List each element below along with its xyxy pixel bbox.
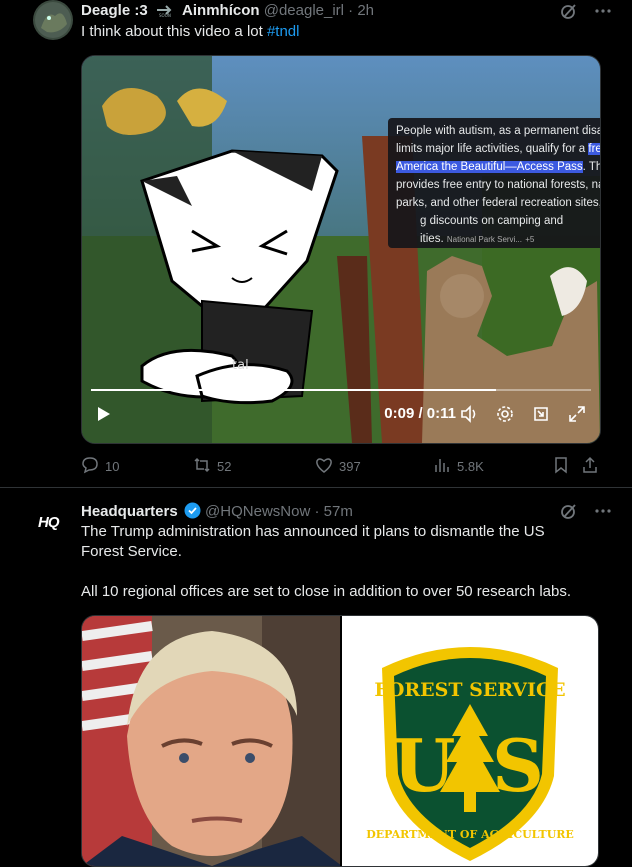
grok-icon[interactable] bbox=[560, 502, 578, 520]
caption-line-2: limits major life activities, qualify fo… bbox=[396, 140, 600, 158]
like-count: 397 bbox=[339, 459, 361, 474]
tweet-deagle[interactable]: Deagle :3 SOON Ainmhícon @deagle_irl · 2… bbox=[0, 0, 632, 488]
tweet-header: Headquarters @HQNewsNow · 57m bbox=[81, 502, 353, 520]
tweet-top-actions bbox=[560, 502, 612, 520]
caption-line-6: g discounts on camping and bbox=[420, 215, 564, 227]
grok-icon[interactable] bbox=[560, 2, 578, 20]
video-player[interactable]: tal People with autism, as a permanent d… bbox=[81, 55, 601, 444]
repost-count: 52 bbox=[217, 459, 232, 474]
tweet-line-2: Forest Service. bbox=[81, 543, 182, 560]
fullscreen-icon[interactable] bbox=[568, 405, 586, 423]
bookmark-button[interactable] bbox=[552, 456, 570, 477]
author-name[interactable]: Headquarters bbox=[81, 503, 178, 520]
progress-fill bbox=[91, 389, 496, 391]
tweet-text: I think about this video a lot #tndl bbox=[81, 22, 299, 42]
logo-top-text: FOREST SERVICE bbox=[374, 679, 565, 701]
bookmark-icon bbox=[552, 456, 570, 477]
tweet-text: The Trump administration has announced i… bbox=[81, 522, 571, 602]
timestamp[interactable]: 57m bbox=[324, 503, 353, 520]
pip-icon[interactable] bbox=[532, 405, 550, 423]
author-name-suffix[interactable]: Ainmhícon bbox=[182, 2, 260, 19]
author-handle[interactable]: @HQNewsNow bbox=[205, 503, 310, 520]
views-icon bbox=[433, 456, 451, 477]
like-button[interactable]: 397 bbox=[315, 456, 361, 477]
logo-bottom-text: DEPARTMENT OF AGRICULTURE bbox=[366, 828, 574, 841]
search-caption: People with autism, as a permanent disab… bbox=[388, 118, 601, 248]
views-button[interactable]: 5.8K bbox=[433, 456, 484, 477]
video-timecode: 0:09 / 0:11 bbox=[384, 405, 456, 422]
reply-count: 10 bbox=[105, 459, 120, 474]
share-button[interactable] bbox=[581, 456, 599, 477]
more-icon[interactable] bbox=[594, 502, 612, 520]
more-icon[interactable] bbox=[594, 2, 612, 20]
tweet-actions: 10 52 397 5.8K bbox=[81, 456, 601, 476]
views-count: 5.8K bbox=[457, 459, 484, 474]
avatar[interactable] bbox=[33, 0, 73, 40]
play-icon[interactable] bbox=[94, 405, 112, 423]
repost-button[interactable]: 52 bbox=[193, 456, 231, 477]
logo-letter-u: U bbox=[393, 723, 456, 808]
image-gallery[interactable]: FOREST SERVICE U S DEPARTMENT OF AGRICUL… bbox=[81, 615, 599, 867]
logo-letter-s: S bbox=[492, 723, 544, 808]
emoji-icon: SOON bbox=[155, 3, 175, 18]
hashtag-link[interactable]: #tndl bbox=[267, 23, 300, 40]
separator: · bbox=[314, 503, 320, 520]
share-icon bbox=[581, 456, 599, 477]
caption-line-3: America the Beautiful—Access Pass. This … bbox=[396, 161, 601, 173]
settings-icon[interactable] bbox=[496, 405, 514, 423]
forest-service-logo[interactable]: FOREST SERVICE U S DEPARTMENT OF AGRICUL… bbox=[340, 616, 598, 866]
like-icon bbox=[315, 456, 333, 477]
tweet-header: Deagle :3 SOON Ainmhícon @deagle_irl · 2… bbox=[81, 2, 374, 20]
caption-line-1: People with autism, as a permanent disab… bbox=[396, 125, 600, 137]
caption-line-7: ities. National Park Servi... +5 bbox=[420, 233, 535, 245]
portrait-image[interactable] bbox=[82, 616, 340, 866]
shirt-text: tal bbox=[232, 358, 249, 373]
tweet-line-1: The Trump administration has announced i… bbox=[81, 523, 545, 540]
timestamp[interactable]: 2h bbox=[357, 2, 374, 19]
repost-icon bbox=[193, 456, 211, 477]
tweet-body: I think about this video a lot bbox=[81, 23, 263, 40]
separator: · bbox=[348, 2, 354, 19]
verified-icon bbox=[184, 502, 201, 519]
caption-line-5: parks, and other federal recreation site… bbox=[396, 197, 601, 209]
reply-icon bbox=[81, 456, 99, 477]
tweet-top-actions bbox=[560, 2, 612, 20]
author-name[interactable]: Deagle :3 bbox=[81, 2, 148, 19]
volume-icon[interactable] bbox=[460, 405, 478, 423]
caption-line-4: provides free entry to national forests,… bbox=[396, 179, 600, 191]
author-handle[interactable]: @deagle_irl bbox=[264, 2, 344, 19]
tweet-line-3: All 10 regional offices are set to close… bbox=[81, 583, 572, 600]
video-controls: 0:09 / 0:11 bbox=[82, 383, 600, 443]
reply-button[interactable]: 10 bbox=[81, 456, 119, 477]
svg-text:SOON: SOON bbox=[159, 13, 171, 17]
progress-bar[interactable] bbox=[91, 389, 591, 391]
